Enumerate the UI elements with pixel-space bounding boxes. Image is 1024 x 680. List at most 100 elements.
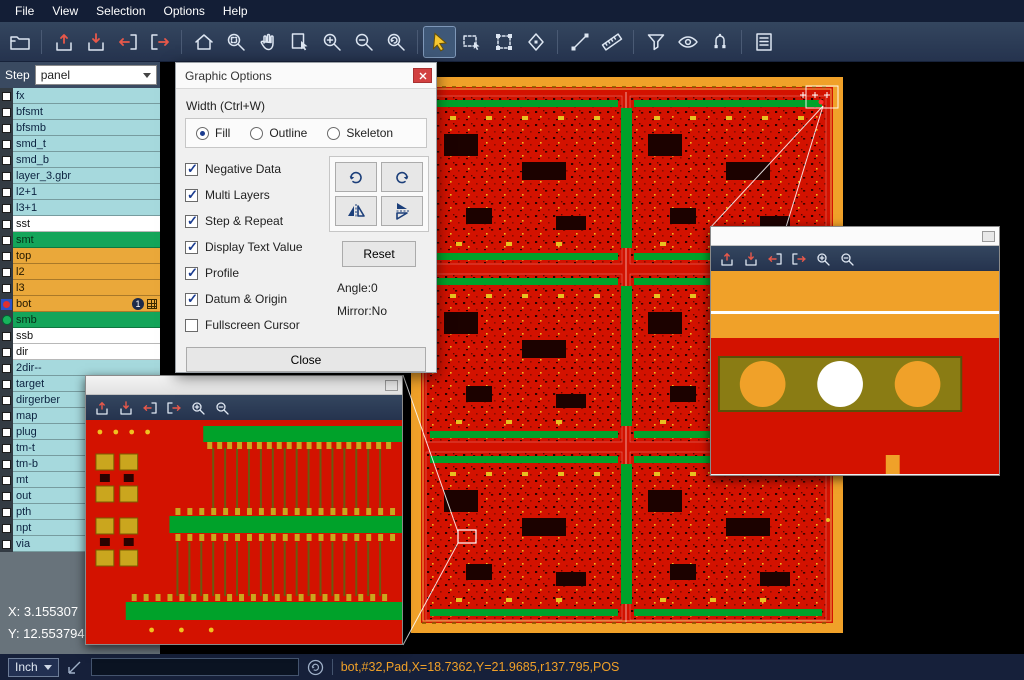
zoom-previous-button[interactable] (380, 27, 411, 57)
import-up-button[interactable] (716, 249, 737, 269)
layer-visibility-checkbox[interactable] (2, 204, 11, 213)
layer-visibility-checkbox[interactable] (2, 140, 11, 149)
radio-skeleton[interactable]: Skeleton (327, 126, 393, 140)
window-control-button[interactable] (982, 231, 995, 242)
layer-visibility-checkbox[interactable] (2, 508, 11, 517)
layer-name[interactable]: layer_3.gbr (13, 168, 160, 184)
measure-diamond-button[interactable] (520, 27, 551, 57)
layer-visibility-checkbox[interactable] (2, 172, 11, 181)
rect-select-button[interactable] (456, 27, 487, 57)
magnifier-view[interactable] (86, 420, 402, 644)
layer-visibility-checkbox[interactable] (2, 476, 11, 485)
layer-row-layer-3-gbr[interactable]: layer_3.gbr (0, 168, 160, 184)
layer-name[interactable]: ssb (13, 328, 160, 344)
layer-name[interactable]: l2+1 (13, 184, 160, 200)
import-down-button[interactable] (80, 27, 111, 57)
layer-visibility-checkbox[interactable] (2, 380, 11, 389)
layer-row-ssb[interactable]: ssb (0, 328, 160, 344)
mirror-vertical-button[interactable] (381, 196, 423, 226)
radio-fill[interactable]: Fill (196, 126, 230, 140)
zoom-in-button[interactable] (316, 27, 347, 57)
magnifier-titlebar[interactable] (86, 376, 402, 395)
layer-visibility-checkbox[interactable] (2, 236, 11, 245)
home-view-button[interactable] (188, 27, 219, 57)
unit-select[interactable]: Inch (8, 658, 59, 677)
checkbox-display-text-value[interactable]: Display Text Value (185, 234, 331, 260)
checkbox-negative-data[interactable]: Negative Data (185, 156, 331, 182)
zoom-in-button[interactable] (187, 398, 208, 418)
layer-name[interactable]: smb (13, 312, 160, 328)
checkbox-fullscreen-cursor[interactable]: Fullscreen Cursor (185, 312, 331, 338)
import-right-button[interactable] (163, 398, 184, 418)
import-up-button[interactable] (91, 398, 112, 418)
layer-name[interactable]: fx (13, 88, 160, 104)
filter-button[interactable] (640, 27, 671, 57)
layer-name[interactable]: bfsmb (13, 120, 160, 136)
layer-visibility-checkbox[interactable] (2, 108, 11, 117)
layer-visibility-checkbox[interactable] (2, 540, 11, 549)
magnifier-titlebar[interactable] (711, 227, 999, 246)
layer-visibility-checkbox[interactable] (2, 220, 11, 229)
report-list-button[interactable] (748, 27, 779, 57)
layer-row-l3[interactable]: l3 (0, 280, 160, 296)
zoom-in-button[interactable] (812, 249, 833, 269)
layer-row-bfsmb[interactable]: bfsmb (0, 120, 160, 136)
layer-name[interactable]: dir (13, 344, 160, 360)
pointer-select-button[interactable] (424, 27, 455, 57)
layer-row-smd-t[interactable]: smd_t (0, 136, 160, 152)
layer-visibility-checkbox[interactable] (2, 92, 11, 101)
layer-name[interactable]: l3+1 (13, 200, 160, 216)
layer-name[interactable]: l2 (13, 264, 160, 280)
net-highlight-button[interactable] (704, 27, 735, 57)
checkbox-datum-origin[interactable]: Datum & Origin (185, 286, 331, 312)
import-left-button[interactable] (112, 27, 143, 57)
menu-item-file[interactable]: File (6, 2, 43, 20)
refresh-circle-icon[interactable] (307, 659, 324, 676)
layer-visibility-checkbox[interactable] (2, 156, 11, 165)
close-button[interactable]: Close (186, 347, 426, 372)
checkbox-multi-layers[interactable]: Multi Layers (185, 182, 331, 208)
dialog-titlebar[interactable]: Graphic Options (176, 63, 436, 89)
layer-name[interactable]: smd_b (13, 152, 160, 168)
window-control-button[interactable] (385, 380, 398, 391)
layer-row-smb[interactable]: smb (0, 312, 160, 328)
layer-visibility-checkbox[interactable] (2, 396, 11, 405)
import-down-button[interactable] (740, 249, 761, 269)
layer-visibility-checkbox[interactable] (2, 252, 11, 261)
zoom-out-button[interactable] (211, 398, 232, 418)
layer-row-2dir[interactable]: 2dir-- (0, 360, 160, 376)
layer-visibility-checkbox[interactable] (2, 460, 11, 469)
layer-row-bot[interactable]: bot1 (0, 296, 160, 312)
checkbox-step-repeat[interactable]: Step & Repeat (185, 208, 331, 234)
import-right-button[interactable] (788, 249, 809, 269)
zoom-out-button[interactable] (836, 249, 857, 269)
layer-row-l2[interactable]: l2 (0, 264, 160, 280)
import-up-button[interactable] (48, 27, 79, 57)
menu-item-view[interactable]: View (43, 2, 87, 20)
zoom-window-button[interactable] (220, 27, 251, 57)
layer-visibility-checkbox[interactable] (2, 492, 11, 501)
menu-item-selection[interactable]: Selection (87, 2, 154, 20)
layer-visibility-checkbox[interactable] (2, 428, 11, 437)
sheet-select-button[interactable] (284, 27, 315, 57)
layer-name[interactable]: bfsmt (13, 104, 160, 120)
import-down-button[interactable] (115, 398, 136, 418)
line-tool-button[interactable] (564, 27, 595, 57)
menu-item-help[interactable]: Help (214, 2, 257, 20)
layer-row-l3-1[interactable]: l3+1 (0, 200, 160, 216)
layer-visibility-checkbox[interactable] (2, 284, 11, 293)
ruler-button[interactable] (596, 27, 627, 57)
checkbox-profile[interactable]: Profile (185, 260, 331, 286)
layer-visibility-checkbox[interactable] (2, 188, 11, 197)
zoom-out-button[interactable] (348, 27, 379, 57)
layer-row-dir[interactable]: dir (0, 344, 160, 360)
open-file-button[interactable] (4, 27, 35, 57)
layer-name[interactable]: sst (13, 216, 160, 232)
layer-row-bfsmt[interactable]: bfsmt (0, 104, 160, 120)
rotate-cw-button[interactable] (335, 162, 377, 192)
import-left-button[interactable] (139, 398, 160, 418)
layer-visibility-checkbox[interactable] (2, 444, 11, 453)
rotate-ccw-button[interactable] (381, 162, 423, 192)
layer-visibility-checkbox[interactable] (2, 412, 11, 421)
layer-name[interactable]: bot1 (13, 296, 160, 312)
